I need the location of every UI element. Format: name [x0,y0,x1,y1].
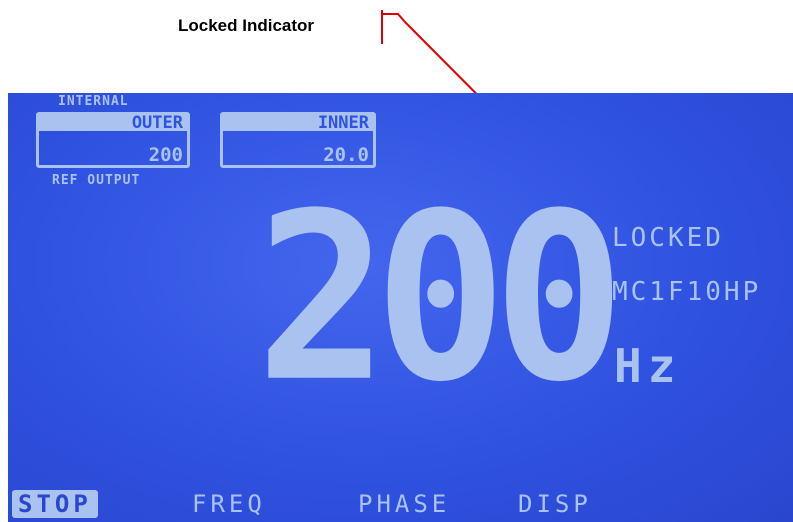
frequency-readout: 200 [256,163,625,433]
ref-source-label: INTERNAL [58,94,129,109]
lcd-screen: INTERNAL OUTER 200 INNER 20.0 REF OUTPUT… [8,93,793,522]
outer-value: 200 [148,144,183,166]
inner-ref-box[interactable]: INNER 20.0 [220,112,376,168]
ref-output-label: REF OUTPUT [52,173,141,188]
softkey-phase[interactable]: PHASE [358,490,450,518]
softkey-disp[interactable]: DISP [518,490,592,518]
softkey-stop[interactable]: STOP [12,490,98,518]
softkey-freq[interactable]: FREQ [192,490,266,518]
inner-label: INNER [223,115,373,132]
inner-value: 20.0 [323,144,369,166]
blade-model-label: MC1F10HP [612,277,762,307]
frequency-unit: Hz [614,339,682,393]
outer-label: OUTER [39,115,187,132]
lock-status-indicator: LOCKED [612,223,724,253]
outer-ref-box[interactable]: OUTER 200 [36,112,190,168]
